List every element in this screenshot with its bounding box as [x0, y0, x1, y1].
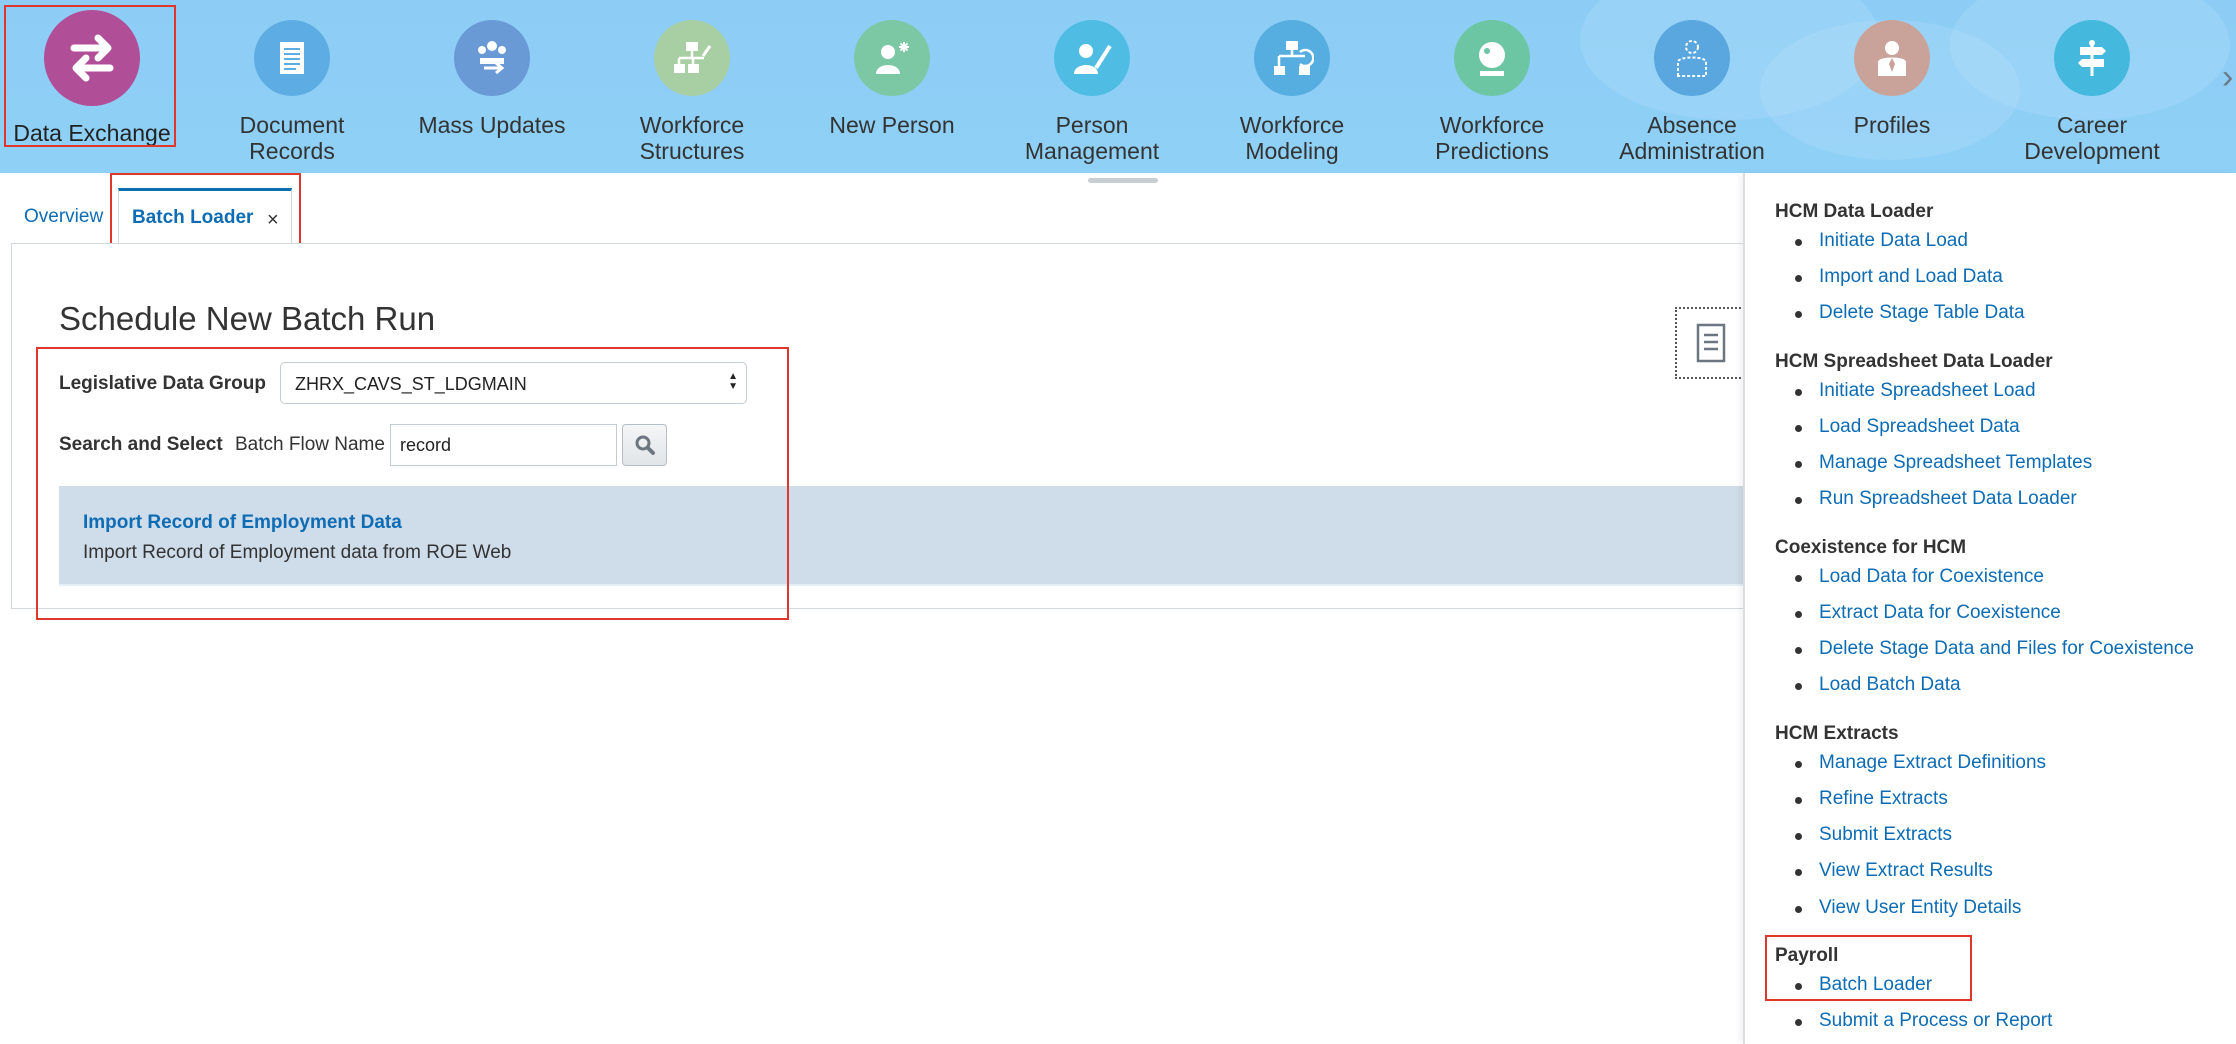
workforce-predictions-icon — [1454, 20, 1530, 96]
bullet — [1795, 869, 1802, 876]
search-icon — [635, 435, 655, 455]
springboard-label: Workforce Predictions — [1435, 112, 1549, 164]
tasks-panel: HCM Data Loader Initiate Data Load Impor… — [1743, 173, 2236, 1044]
bullet — [1795, 461, 1802, 468]
chevron-right-icon[interactable]: › — [2222, 58, 2233, 97]
springboard-label: Workforce Structures — [639, 112, 745, 164]
workforce-structures-icon — [654, 20, 730, 96]
bullet — [1795, 575, 1802, 582]
bullet — [1795, 389, 1802, 396]
bullet — [1795, 833, 1802, 840]
task-link-run-spreadsheet-data-loader[interactable]: Run Spreadsheet Data Loader — [1819, 488, 2077, 510]
ldg-label: Legislative Data Group — [59, 373, 266, 394]
task-link-delete-stage-table-data[interactable]: Delete Stage Table Data — [1819, 302, 2025, 324]
springboard-mass-updates[interactable]: Mass Updates — [397, 0, 587, 173]
mass-updates-icon — [454, 20, 530, 96]
search-button[interactable] — [622, 424, 667, 466]
springboard-document-records[interactable]: Document Records — [197, 0, 387, 173]
select-arrows-icon: ▲ ▼ — [728, 371, 738, 392]
springboard-label: Document Records — [239, 112, 345, 164]
springboard-profiles[interactable]: Profiles — [1797, 0, 1987, 173]
task-link-batch-loader[interactable]: Batch Loader — [1819, 974, 1932, 996]
task-section-heading: Coexistence for HCM — [1775, 537, 1967, 558]
bullet — [1795, 983, 1802, 990]
springboard-person-management[interactable]: Person Management — [997, 0, 1187, 173]
document-icon — [1696, 323, 1726, 363]
task-link-initiate-data-load[interactable]: Initiate Data Load — [1819, 230, 1968, 252]
bullet — [1795, 239, 1802, 246]
task-section-heading: Payroll — [1775, 945, 1839, 966]
springboard-new-person[interactable]: New Person — [797, 0, 987, 173]
bullet — [1795, 761, 1802, 768]
task-link-view-user-entity-details[interactable]: View User Entity Details — [1819, 897, 2021, 919]
task-section-heading: HCM Spreadsheet Data Loader — [1775, 351, 2053, 372]
springboard-label: New Person — [829, 112, 955, 138]
workforce-modeling-icon — [1254, 20, 1330, 96]
springboard-workforce-structures[interactable]: Workforce Structures — [597, 0, 787, 173]
batch-flow-result-row[interactable]: Import Record of Employment Data Import … — [59, 486, 1745, 586]
springboard-workforce-modeling[interactable]: Workforce Modeling — [1197, 0, 1387, 173]
task-link-manage-extract-definitions[interactable]: Manage Extract Definitions — [1819, 752, 2046, 774]
tasks-panel-toggle[interactable] — [1675, 307, 1745, 379]
springboard-label: Mass Updates — [418, 112, 566, 138]
springboard-label: Workforce Modeling — [1239, 112, 1345, 164]
ldg-selected-value: ZHRX_CAVS_ST_LDGMAIN — [295, 374, 527, 394]
batch-flow-name-label: Batch Flow Name — [235, 434, 385, 455]
springboard: Data Exchange Document Records Mass Upda… — [0, 0, 2236, 173]
springboard-label: Data Exchange — [13, 120, 171, 146]
task-link-manage-spreadsheet-templates[interactable]: Manage Spreadsheet Templates — [1819, 452, 2092, 474]
task-link-load-spreadsheet-data[interactable]: Load Spreadsheet Data — [1819, 416, 2020, 438]
search-select-label: Search and Select — [59, 434, 223, 455]
bullet — [1795, 797, 1802, 804]
ldg-select[interactable]: ZHRX_CAVS_ST_LDGMAIN ▲ ▼ — [280, 362, 747, 404]
task-link-initiate-spreadsheet-load[interactable]: Initiate Spreadsheet Load — [1819, 380, 2036, 402]
springboard-career-development[interactable]: Career Development — [1997, 0, 2187, 173]
task-section-heading: HCM Data Loader — [1775, 201, 1934, 222]
person-management-icon — [1054, 20, 1130, 96]
bullet — [1795, 647, 1802, 654]
springboard-label: Person Management — [1024, 112, 1160, 164]
tab-overview[interactable]: Overview — [24, 206, 103, 228]
springboard-label: Career Development — [2024, 112, 2160, 164]
task-link-extract-data-for-coexistence[interactable]: Extract Data for Coexistence — [1819, 602, 2061, 624]
springboard-label: Profiles — [1853, 112, 1931, 138]
task-link-view-extract-results[interactable]: View Extract Results — [1819, 860, 1993, 882]
task-link-refine-extracts[interactable]: Refine Extracts — [1819, 788, 1948, 810]
task-link-load-data-for-coexistence[interactable]: Load Data for Coexistence — [1819, 566, 2044, 588]
task-link-import-and-load-data[interactable]: Import and Load Data — [1819, 266, 2003, 288]
task-section-heading: HCM Extracts — [1775, 723, 1899, 744]
bullet — [1795, 683, 1802, 690]
document-records-icon — [254, 20, 330, 96]
task-link-submit-process-or-report[interactable]: Submit a Process or Report — [1819, 1010, 2052, 1032]
task-link-submit-extracts[interactable]: Submit Extracts — [1819, 824, 1952, 846]
bullet — [1795, 275, 1802, 282]
panel-drag-handle[interactable] — [1088, 178, 1158, 183]
bullet — [1795, 611, 1802, 618]
bullet — [1795, 425, 1802, 432]
springboard-label: Absence Administration — [1619, 112, 1765, 164]
bullet — [1795, 1019, 1802, 1026]
springboard-data-exchange[interactable]: Data Exchange — [0, 0, 187, 173]
data-exchange-icon — [44, 10, 140, 106]
profiles-icon — [1854, 20, 1930, 96]
bullet — [1795, 497, 1802, 504]
page-title: Schedule New Batch Run — [59, 300, 436, 337]
result-description: Import Record of Employment data from RO… — [83, 542, 512, 563]
tab-batch-loader[interactable]: Batch Loader × — [118, 188, 292, 244]
springboard-workforce-predictions[interactable]: Workforce Predictions — [1397, 0, 1587, 173]
career-development-icon — [2054, 20, 2130, 96]
task-link-load-batch-data[interactable]: Load Batch Data — [1819, 674, 1961, 696]
absence-administration-icon — [1654, 20, 1730, 96]
tab-label: Batch Loader — [132, 207, 254, 228]
springboard-absence-administration[interactable]: Absence Administration — [1597, 0, 1787, 173]
new-person-icon — [854, 20, 930, 96]
close-icon[interactable]: × — [267, 209, 279, 232]
result-title[interactable]: Import Record of Employment Data — [83, 512, 402, 534]
bullet — [1795, 906, 1802, 913]
batch-flow-name-input[interactable] — [390, 424, 617, 466]
bullet — [1795, 311, 1802, 318]
task-link-delete-stage-data-coexistence[interactable]: Delete Stage Data and Files for Coexiste… — [1819, 638, 2194, 660]
